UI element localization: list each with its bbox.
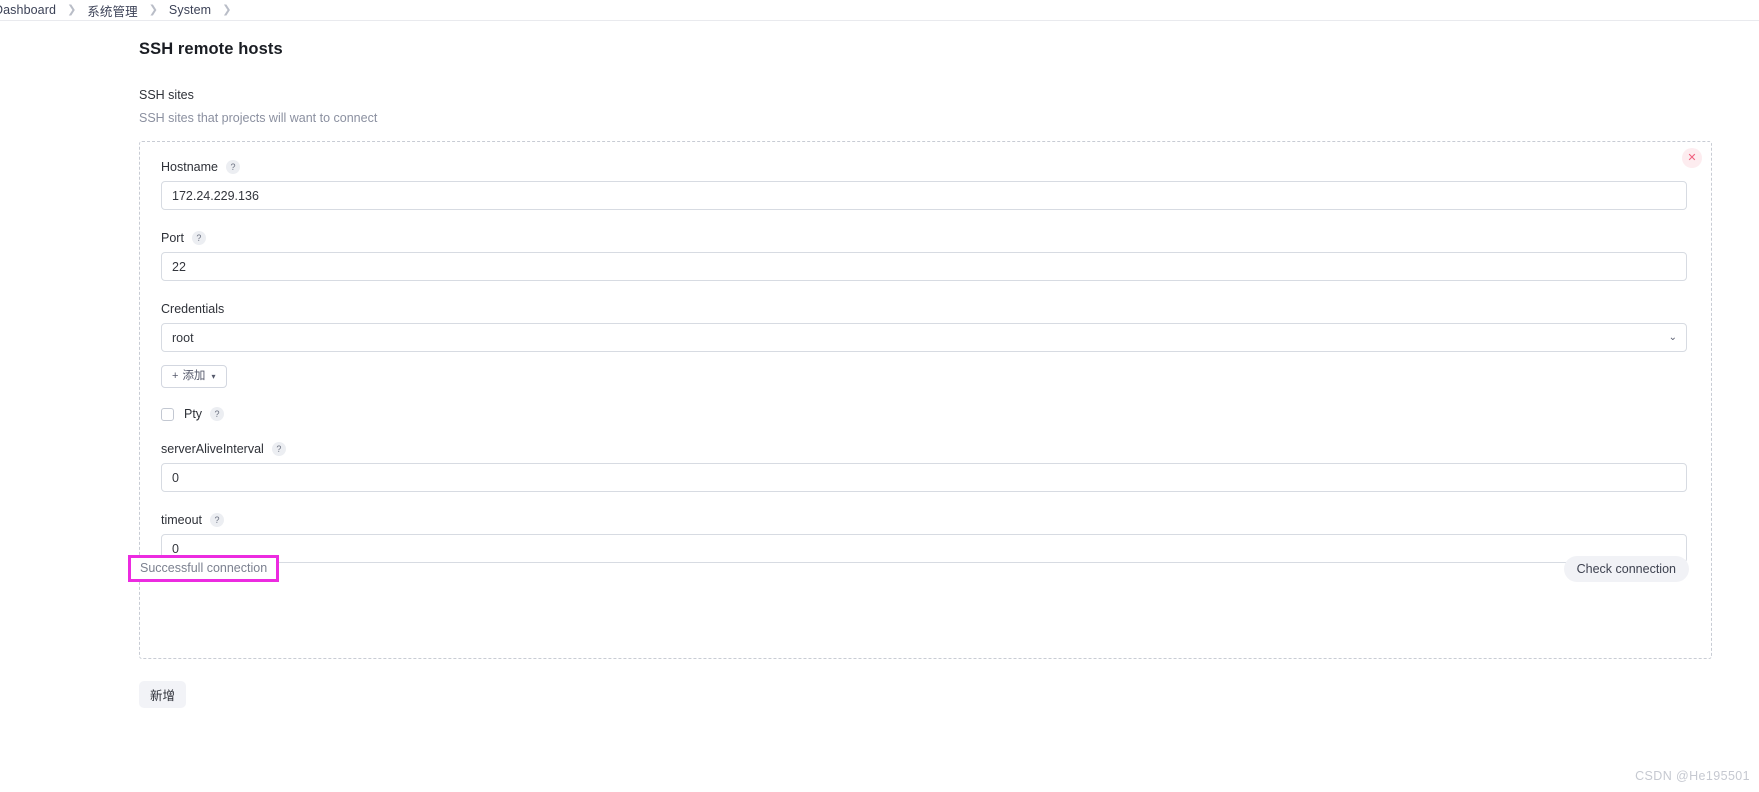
help-icon[interactable]: ?	[225, 160, 240, 174]
breadcrumb-separator-icon: ❯	[148, 3, 158, 16]
field-label-hostname: Hostname ?	[161, 160, 1687, 174]
watermark: CSDN @He195501	[1635, 769, 1750, 783]
field-label-pty-text: Pty	[184, 407, 203, 421]
field-label-port-text: Port	[161, 231, 184, 245]
help-icon[interactable]: ?	[191, 231, 206, 245]
field-hostname: Hostname ?	[161, 160, 1687, 210]
plus-icon: +	[172, 370, 179, 382]
credentials-select[interactable]	[161, 323, 1687, 352]
breadcrumb-item-system-management[interactable]: 系统管理	[87, 1, 137, 20]
connection-result-highlight: Successfull connection	[128, 555, 280, 582]
field-label-server-alive-interval: serverAliveInterval ?	[161, 442, 1687, 456]
help-icon[interactable]: ?	[271, 442, 286, 456]
field-label-credentials-text: Credentials	[161, 302, 225, 316]
field-label-timeout-text: timeout	[161, 513, 202, 527]
pty-checkbox[interactable]	[161, 407, 174, 421]
field-label-timeout: timeout ?	[161, 513, 1687, 527]
add-credential-label: 添加	[182, 369, 206, 382]
ssh-site-card: ✕ Hostname ? Port ? Credentials	[128, 141, 1712, 659]
field-label-server-alive-interval-text: serverAliveInterval	[161, 442, 264, 456]
field-pty[interactable]: Pty ?	[161, 407, 1687, 421]
caret-down-icon: ▾	[211, 371, 216, 381]
hostname-input[interactable]	[161, 181, 1687, 210]
breadcrumb-item-system[interactable]: System	[169, 3, 211, 17]
port-input[interactable]	[161, 252, 1687, 281]
connection-status-message: Successfull connection	[128, 555, 280, 582]
breadcrumb-separator-icon: ❯	[222, 3, 232, 16]
breadcrumb: Dashboard ❯ 系统管理 ❯ System ❯	[0, 0, 1759, 21]
help-icon[interactable]: ?	[210, 407, 225, 421]
field-port: Port ?	[161, 231, 1687, 281]
field-server-alive-interval: serverAliveInterval ?	[161, 442, 1687, 492]
close-icon[interactable]: ✕	[1682, 148, 1702, 168]
breadcrumb-separator-icon: ❯	[67, 3, 77, 16]
section-description: SSH sites that projects will want to con…	[139, 111, 378, 125]
page-content: SSH remote hosts SSH sites SSH sites tha…	[0, 21, 1759, 792]
section-label-ssh-sites: SSH sites	[139, 88, 194, 102]
page-title: SSH remote hosts	[139, 40, 283, 58]
server-alive-interval-input[interactable]	[161, 463, 1687, 492]
field-label-credentials: Credentials	[161, 302, 1687, 316]
check-connection-button[interactable]: Check connection	[1563, 555, 1689, 582]
breadcrumb-item-dashboard[interactable]: Dashboard	[0, 3, 56, 17]
field-label-hostname-text: Hostname	[161, 160, 218, 174]
help-icon[interactable]: ?	[210, 513, 224, 527]
field-credentials: Credentials ⌄ + 添加 ▾	[161, 302, 1687, 388]
field-label-port: Port ?	[161, 231, 1687, 245]
credentials-select-wrapper: ⌄	[161, 323, 1687, 352]
add-new-site-button[interactable]: 新增	[139, 681, 187, 708]
connection-result-row: Successfull connection Check connection	[128, 555, 1711, 582]
add-credential-button[interactable]: + 添加 ▾	[161, 365, 227, 388]
